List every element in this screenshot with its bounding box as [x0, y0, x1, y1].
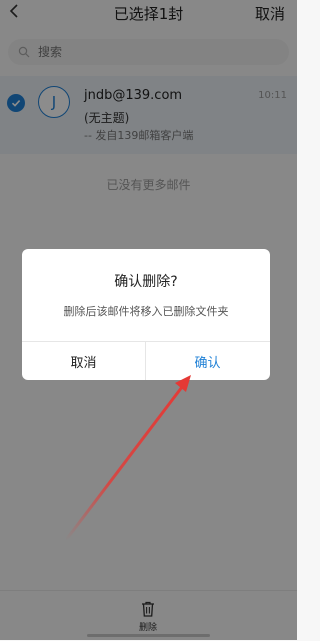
dialog-message: 删除后该邮件将移入已删除文件夹 [63, 305, 229, 318]
dialog-cancel-button[interactable]: 取消 [22, 342, 145, 380]
confirm-delete-dialog: 确认删除? 删除后该邮件将移入已删除文件夹 取消 确认 [22, 249, 270, 380]
dialog-confirm-button[interactable]: 确认 [146, 342, 269, 380]
dialog-title: 确认删除? [114, 274, 178, 290]
